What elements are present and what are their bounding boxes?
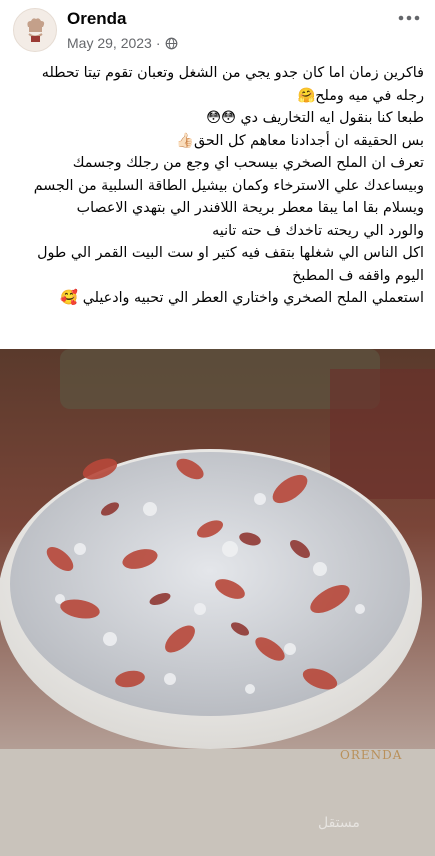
- post-line: ويسلام بقا اما يبقا معطر بريحة اللافندر …: [76, 200, 424, 216]
- more-options-button[interactable]: [393, 6, 425, 30]
- meta-separator: ·: [155, 35, 161, 51]
- site-watermark: مستقل: [318, 815, 360, 831]
- post-line: اكل الناس الي شغلها بتقف فيه كتير او ست …: [37, 245, 424, 261]
- author-name[interactable]: Orenda: [67, 9, 127, 29]
- post-text: فاكرين زمان اما كان جدو يجي من الشغل وتع…: [10, 62, 424, 310]
- post-line: فاكرين زمان اما كان جدو يجي من الشغل وتع…: [41, 65, 424, 81]
- post-line: تعرف ان الملح الصخري بيسحب اي وجع من رجل…: [72, 155, 424, 171]
- more-options-icon: [398, 15, 420, 21]
- globe-icon[interactable]: [165, 37, 178, 50]
- post-date[interactable]: May 29, 2023: [67, 35, 152, 51]
- post-photo[interactable]: ORENDA مستقل: [0, 349, 435, 856]
- post-line: استعملي الملح الصخري واختاري العطر الي ت…: [60, 290, 424, 306]
- post-meta: May 29, 2023 ·: [67, 35, 178, 51]
- salt-bowl-photo: [0, 349, 435, 856]
- post-line: وبيساعدك علي الاسترخاء وكمان بيشيل الطاق…: [33, 177, 424, 194]
- post-line: طبعا كنا بنقول ايه التخاريف دي 😳😳: [206, 110, 424, 126]
- post-line: والورد الي ريحته تاخدك ف حته تانيه: [212, 222, 424, 239]
- avatar[interactable]: [13, 8, 57, 52]
- post-line: بس الحقيقه ان أجدادنا معاهم كل الحق👍🏻: [176, 132, 424, 149]
- post-line: اليوم واقفه ف المطبخ: [292, 267, 424, 284]
- photo-watermark: ORENDA: [340, 748, 403, 762]
- post-header: Orenda May 29, 2023 ·: [0, 0, 435, 62]
- post-line: رجله في ميه وملح🤗: [297, 87, 425, 104]
- chef-logo-icon: [27, 18, 45, 42]
